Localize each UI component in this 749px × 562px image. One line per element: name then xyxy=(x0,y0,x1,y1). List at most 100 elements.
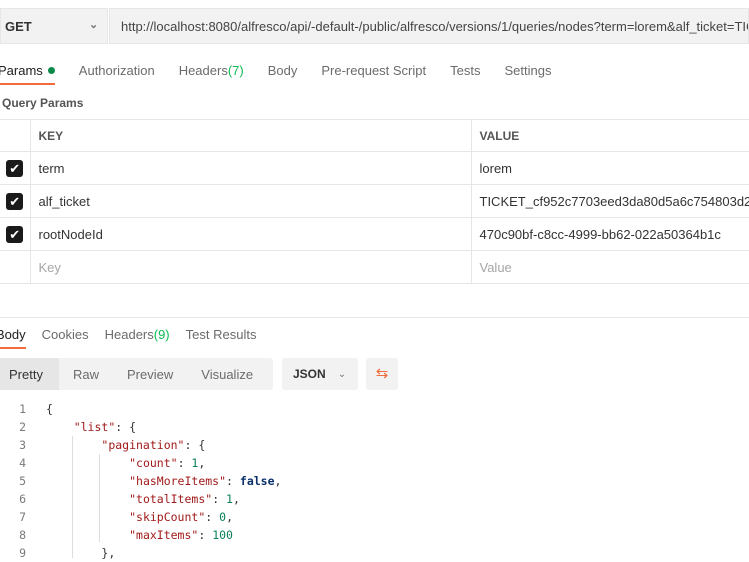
param-key[interactable]: alf_ticket xyxy=(30,184,472,218)
tab-tests[interactable]: Tests xyxy=(450,55,480,85)
view-mode-bar: Pretty Raw Preview Visualize xyxy=(0,358,273,390)
line-number: 1 xyxy=(19,402,26,416)
value-header: VALUE xyxy=(471,119,749,152)
format-select[interactable]: JSON ⌄ xyxy=(282,358,358,390)
query-params-table: KEY VALUE ✔ term lorem ✔ alf_ticket TICKET_cf9… xyxy=(0,119,749,284)
code-token: 1 xyxy=(191,456,199,470)
view-visualize-button[interactable]: Visualize xyxy=(187,358,267,390)
param-row: ✔ term lorem xyxy=(0,151,749,185)
tab-label: Body xyxy=(267,62,298,78)
wrap-lines-icon[interactable]: ⇆ xyxy=(366,358,398,390)
tab-pre-request-script[interactable]: Pre-request Script xyxy=(321,55,426,85)
tab-label: Cookies xyxy=(41,326,89,342)
code-token: false xyxy=(239,474,275,488)
code-token: , xyxy=(274,474,282,488)
response-tabs: Body Cookies Headers (9) Test Results xyxy=(0,319,272,349)
code-token: : xyxy=(198,528,213,542)
line-number: 6 xyxy=(19,492,26,506)
url-input[interactable]: http://localhost:8080/alfresco/api/-defa… xyxy=(109,8,749,44)
tab-count: (9) xyxy=(153,326,170,342)
tab-body[interactable]: Body xyxy=(268,55,298,85)
checkbox-checked-icon[interactable]: ✔ xyxy=(6,192,24,210)
line-number: 7 xyxy=(19,510,26,524)
tab-label: Settings xyxy=(504,62,552,78)
code-line: 1{ xyxy=(0,400,281,418)
line-number: 8 xyxy=(19,528,26,542)
chevron-down-icon: ⌄ xyxy=(89,19,99,31)
param-row: ✔ alf_ticket TICKET_cf952c7703eed3da80d5a6… xyxy=(0,184,749,218)
code-token: : xyxy=(212,492,227,506)
code-line: 4 "count": 1, xyxy=(0,454,281,472)
response-body-code: 1{2 "list": {3 "pagination": {4 "count":… xyxy=(0,400,281,562)
code-token: "totalItems" xyxy=(129,492,213,506)
line-number: 2 xyxy=(19,420,26,434)
tab-label: Authorization xyxy=(78,62,155,78)
tab-body[interactable]: Body xyxy=(0,319,26,349)
format-label: JSON xyxy=(293,367,326,381)
tab-headers[interactable]: Headers (9) xyxy=(105,319,170,349)
code-token: : xyxy=(205,510,220,524)
code-token: "skipCount" xyxy=(129,510,206,524)
key-input[interactable]: Key xyxy=(30,250,472,284)
param-value[interactable]: 470c90bf-c8cc-4999-bb62-022a50364b1c xyxy=(471,217,749,251)
code-token: 100 xyxy=(212,528,233,542)
code-token: : xyxy=(226,474,240,488)
code-token: 0 xyxy=(219,510,227,524)
tab-headers[interactable]: Headers (7) xyxy=(179,55,244,85)
code-token: 1 xyxy=(226,492,233,506)
method-select[interactable]: GET ⌄ xyxy=(0,8,108,44)
view-preview-button[interactable]: Preview xyxy=(113,358,187,390)
checkbox-checked-icon[interactable]: ✔ xyxy=(6,159,24,177)
code-line: 8 "maxItems": 100 xyxy=(0,526,281,544)
param-value[interactable]: TICKET_cf952c7703eed3da80d5a6c754803d2 xyxy=(471,184,749,218)
line-number: 3 xyxy=(19,438,26,452)
code-token: : { xyxy=(184,438,206,452)
code-token: "hasMoreItems" xyxy=(129,474,227,488)
method-label: GET xyxy=(5,18,32,34)
tab-label: Tests xyxy=(450,62,481,78)
code-token: "maxItems" xyxy=(129,528,199,542)
code-line: 9 }, xyxy=(0,544,281,562)
code-line: 7 "skipCount": 0, xyxy=(0,508,281,526)
param-key[interactable]: rootNodeId xyxy=(30,217,472,251)
tab-label: Body xyxy=(0,326,26,342)
tab-settings[interactable]: Settings xyxy=(504,55,551,85)
value-input[interactable]: Value xyxy=(471,250,749,284)
param-row: ✔ rootNodeId 470c90bf-c8cc-4999-bb62-022a5… xyxy=(0,217,749,251)
indent-guide xyxy=(99,454,100,542)
divider xyxy=(0,317,749,318)
tab-label: Params xyxy=(0,62,43,78)
code-token: : xyxy=(177,456,192,470)
line-number: 5 xyxy=(19,474,26,488)
line-number: 4 xyxy=(19,456,26,470)
code-token: "count" xyxy=(129,456,178,470)
code-line: 2 "list": { xyxy=(0,418,281,436)
tab-test-results[interactable]: Test Results xyxy=(186,319,257,349)
code-token: , xyxy=(226,510,233,524)
tab-label: Headers xyxy=(104,326,154,342)
new-param-row: Key Value xyxy=(0,250,749,284)
active-dot-icon xyxy=(47,66,55,74)
tab-label: Test Results xyxy=(185,326,257,342)
tab-count: (7) xyxy=(227,62,244,78)
query-params-title: Query Params xyxy=(2,96,84,110)
param-key[interactable]: term xyxy=(30,151,472,185)
code-line: 5 "hasMoreItems": false, xyxy=(0,472,281,490)
tab-params[interactable]: Params xyxy=(0,55,55,85)
checkbox-checked-icon[interactable]: ✔ xyxy=(6,225,24,243)
request-tabs: Params Authorization Headers (7) Body Pre-re… xyxy=(0,55,575,85)
tab-cookies[interactable]: Cookies xyxy=(42,319,89,349)
param-value[interactable]: lorem xyxy=(471,151,749,185)
tab-authorization[interactable]: Authorization xyxy=(79,55,155,85)
view-pretty-button[interactable]: Pretty xyxy=(0,358,59,390)
tab-label: Pre-request Script xyxy=(321,62,427,78)
tab-label: Headers xyxy=(178,62,228,78)
chevron-down-icon: ⌄ xyxy=(337,368,347,380)
view-raw-button[interactable]: Raw xyxy=(59,358,113,390)
code-line: 3 "pagination": { xyxy=(0,436,281,454)
